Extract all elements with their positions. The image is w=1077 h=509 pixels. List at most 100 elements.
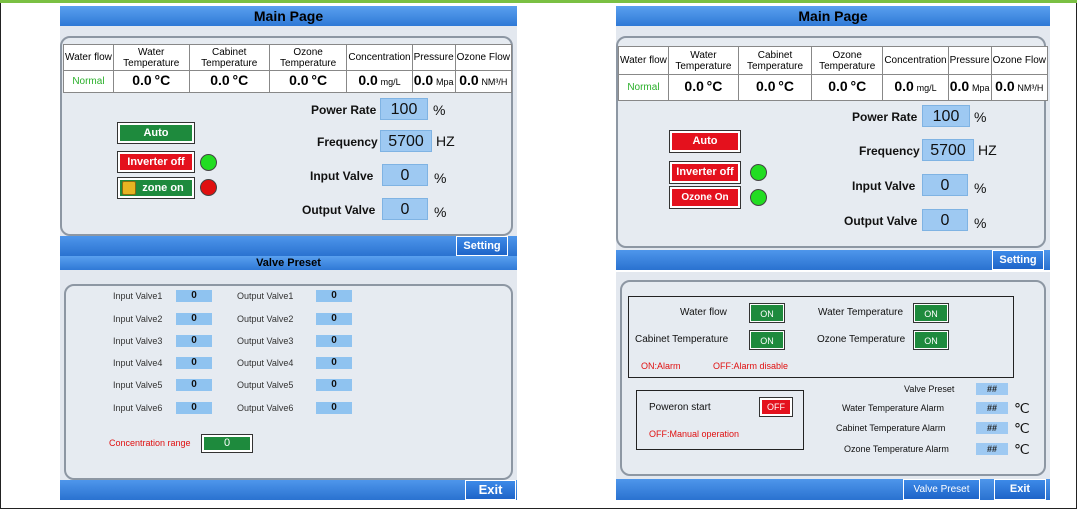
r-frequency-label: Frequency xyxy=(859,144,920,158)
r-ozone-button[interactable]: Ozone On xyxy=(669,186,741,209)
power-rate-label: Power Rate xyxy=(311,103,377,117)
valve-preset-button[interactable]: Valve Preset xyxy=(903,479,980,500)
r-exit-button[interactable]: Exit xyxy=(994,479,1046,500)
poweron-start-toggle[interactable]: OFF xyxy=(759,397,793,417)
ozone-temp-alarm-field[interactable]: ## xyxy=(976,443,1008,455)
output-valve3-field[interactable]: 0 xyxy=(316,335,352,347)
r-setting-button[interactable]: Setting xyxy=(992,250,1044,270)
r-auto-button[interactable]: Auto xyxy=(669,130,741,153)
left-main-bottom-bar xyxy=(60,236,517,256)
r-water-temp-value: 0.0 °C xyxy=(667,74,739,101)
input-valve1-field[interactable]: 0 xyxy=(176,290,212,302)
right-main-title: Main Page xyxy=(616,6,1050,26)
r-hdr-water-temp: Water Temperature xyxy=(667,46,739,75)
input-valve3-field[interactable]: 0 xyxy=(176,335,212,347)
cabinet-temp-alarm-toggle[interactable]: ON xyxy=(749,330,785,350)
output-valve6-label: Output Valve6 xyxy=(237,403,294,413)
output-valve3-label: Output Valve3 xyxy=(237,336,294,346)
r-frequency-field[interactable]: 5700 xyxy=(922,139,974,161)
r-inverter-button[interactable]: Inverter off xyxy=(669,161,741,184)
left-main-title: Main Page xyxy=(60,6,517,26)
input-valve-field[interactable]: 0 xyxy=(382,164,428,186)
r-ozone-indicator xyxy=(750,189,767,206)
input-valve-label: Input Valve xyxy=(310,169,374,183)
top-accent-bar xyxy=(0,0,1077,3)
output-valve5-field[interactable]: 0 xyxy=(316,379,352,391)
output-valve2-field[interactable]: 0 xyxy=(316,313,352,325)
output-valve-field[interactable]: 0 xyxy=(382,198,428,220)
cabinet-temp-alarm-field[interactable]: ## xyxy=(976,422,1008,434)
r-hdr-pressure: Pressure xyxy=(947,46,992,75)
right-main-page: Main Page Water flow Water Temperature C… xyxy=(616,6,1050,270)
frequency-field[interactable]: 5700 xyxy=(380,130,432,152)
setting-button[interactable]: Setting xyxy=(456,236,508,256)
water-flow-alarm-toggle[interactable]: ON xyxy=(749,303,785,323)
hdr-water-flow: Water flow xyxy=(63,44,114,71)
water-temp-alarm-toggle[interactable]: ON xyxy=(913,303,949,323)
r-output-valve-unit: % xyxy=(974,215,987,231)
right-main-bottom-bar xyxy=(616,250,1050,270)
frequency-label: Frequency xyxy=(317,135,378,149)
inverter-indicator xyxy=(200,154,217,171)
r-pressure-value: 0.0 Mpa xyxy=(947,74,992,101)
ozone-button[interactable]: zone on xyxy=(117,177,195,199)
power-rate-unit: % xyxy=(433,102,446,118)
inverter-button[interactable]: Inverter off xyxy=(117,151,195,173)
r-ozone-temp-value: 0.0 °C xyxy=(811,74,884,101)
r-power-rate-field[interactable]: 100 xyxy=(922,105,970,127)
r-inverter-indicator xyxy=(750,164,767,181)
cabinet-temp-alarm-setpoint-label: Cabinet Temperature Alarm xyxy=(836,423,946,433)
water-temp-celsius: ℃ xyxy=(1014,400,1030,416)
water-temp-alarm-setpoint-label: Water Temperature Alarm xyxy=(842,403,945,413)
r-hdr-ozone-flow: Ozone Flow xyxy=(990,46,1049,75)
r-input-valve-field[interactable]: 0 xyxy=(922,174,968,196)
water-temp-alarm-label: Water Temperature xyxy=(818,307,904,318)
output-valve2-label: Output Valve2 xyxy=(237,314,294,324)
output-valve6-field[interactable]: 0 xyxy=(316,402,352,414)
left-exit-button[interactable]: Exit xyxy=(465,480,516,500)
input-valve5-field[interactable]: 0 xyxy=(176,379,212,391)
r-hdr-concentration: Concentration xyxy=(882,46,949,75)
water-temp-alarm-field[interactable]: ## xyxy=(976,402,1008,414)
output-valve5-label: Output Valve5 xyxy=(237,380,294,390)
valve-preset-title: Valve Preset xyxy=(60,256,517,270)
input-valve5-label: Input Valve5 xyxy=(113,380,163,390)
ozone-temp-alarm-toggle[interactable]: ON xyxy=(913,330,949,350)
ozone-temp-alarm-setpoint-label: Ozone Temperature Alarm xyxy=(844,444,949,454)
r-hdr-ozone-temp: Ozone Temperature xyxy=(811,46,884,75)
cabinet-temp-celsius: ℃ xyxy=(1014,420,1030,436)
power-rate-field[interactable]: 100 xyxy=(380,98,428,120)
input-valve2-field[interactable]: 0 xyxy=(176,313,212,325)
r-water-flow-status: Normal xyxy=(618,74,669,101)
r-concentration-value: 0.0 mg/L xyxy=(882,74,949,101)
lock-icon xyxy=(122,181,136,195)
r-hdr-cabinet-temp: Cabinet Temperature xyxy=(737,46,813,75)
concentration-range-field[interactable]: 0 xyxy=(201,434,253,453)
input-valve4-field[interactable]: 0 xyxy=(176,357,212,369)
right-sensor-table: Water flow Water Temperature Cabinet Tem… xyxy=(618,46,1049,101)
input-valve6-field[interactable]: 0 xyxy=(176,402,212,414)
valve-preset-field[interactable]: ## xyxy=(976,383,1008,395)
output-valve1-field[interactable]: 0 xyxy=(316,290,352,302)
ozone-temp-alarm-label: Ozone Temperature xyxy=(817,334,906,345)
output-valve4-field[interactable]: 0 xyxy=(316,357,352,369)
cabinet-temp-alarm-label: Cabinet Temperature xyxy=(635,334,729,345)
hdr-ozone-flow: Ozone Flow xyxy=(454,44,513,71)
r-output-valve-label: Output Valve xyxy=(844,214,918,228)
pressure-value: 0.0 Mpa xyxy=(411,70,456,93)
r-power-rate-label: Power Rate xyxy=(852,110,918,124)
hdr-ozone-temp: Ozone Temperature xyxy=(268,44,348,71)
ozone-temp-value: 0.0 °C xyxy=(268,70,348,93)
on-alarm-legend: ON:Alarm xyxy=(641,361,681,371)
input-valve2-label: Input Valve2 xyxy=(113,314,163,324)
r-output-valve-field[interactable]: 0 xyxy=(922,209,968,231)
auto-button[interactable]: Auto xyxy=(117,122,195,144)
output-valve-unit: % xyxy=(434,204,447,220)
r-ozone-flow-value: 0.0 NM³/H xyxy=(990,74,1049,101)
r-power-rate-unit: % xyxy=(974,109,987,125)
water-temp-value: 0.0 °C xyxy=(112,70,190,93)
hdr-concentration: Concentration xyxy=(346,44,413,71)
manual-operation-legend: OFF:Manual operation xyxy=(649,429,740,439)
concentration-value: 0.0 mg/L xyxy=(346,70,413,93)
hdr-water-temp: Water Temperature xyxy=(112,44,190,71)
